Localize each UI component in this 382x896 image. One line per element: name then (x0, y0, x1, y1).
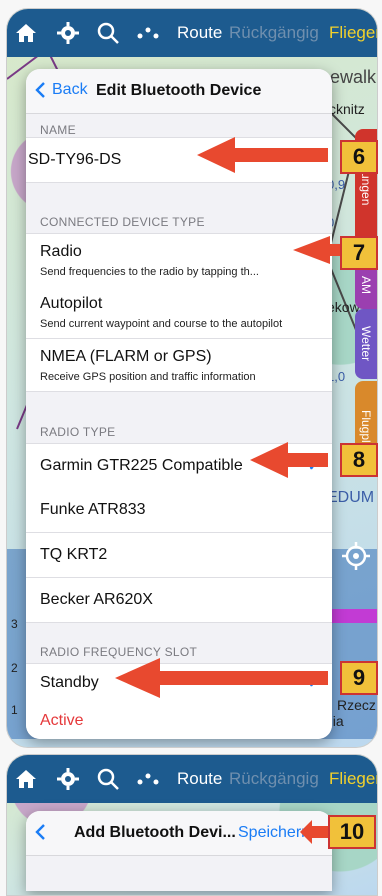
back-button[interactable] (34, 823, 46, 846)
location-icon[interactable] (341, 541, 371, 571)
map-label: Rzecz (337, 697, 376, 713)
home-icon[interactable] (13, 20, 39, 46)
chevron-left-icon (35, 824, 45, 840)
add-bluetooth-sheet: Add Bluetooth Devi... Speichern (26, 811, 332, 891)
sheet-nav-bar: Add Bluetooth Devi... Speichern (26, 811, 332, 856)
scale-label: 2 (11, 661, 18, 675)
device-name-field[interactable]: SD-TY96-DS (26, 137, 332, 183)
search-icon[interactable] (95, 20, 121, 46)
fly-button[interactable]: Fliegen (329, 769, 377, 789)
device-type-subtitle: Send frequencies to the radio by tapping… (40, 266, 259, 278)
device-type-title: Radio (40, 243, 82, 260)
route-button[interactable]: Route (177, 769, 222, 789)
gear-icon[interactable] (55, 20, 81, 46)
device-type-subtitle: Receive GPS position and traffic informa… (40, 371, 256, 383)
home-icon[interactable] (13, 766, 39, 792)
sheet-nav-bar: Back Edit Bluetooth Device (26, 69, 332, 114)
map-label: cknitz (329, 101, 365, 117)
map-label: EDUM (327, 489, 375, 506)
radio-type-becker[interactable]: Becker AR620X (26, 578, 332, 623)
search-icon[interactable] (95, 766, 121, 792)
frequency-slot-header: RADIO FREQUENCY SLOT (40, 645, 198, 659)
tab-wetter[interactable]: Wetter (355, 309, 377, 379)
slot-active[interactable]: Active (26, 702, 332, 739)
undo-button[interactable]: Rückgängig (229, 769, 319, 789)
main-screen: Route Rückgängig Fliegen Basewalk cknitz… (6, 8, 378, 748)
device-type-nmea[interactable]: NMEA (FLARM or GPS) Receive GPS position… (26, 339, 332, 392)
second-screen: Route Rückgängig Fliegen Add Bluetooth D… (6, 754, 378, 896)
radio-type-header: RADIO TYPE (40, 425, 116, 439)
radio-type-garmin[interactable]: Garmin GTR225 Compatible ✓ (26, 443, 332, 489)
checkmark-icon: ✓ (306, 672, 322, 692)
device-type-radio[interactable]: Radio Send frequencies to the radio by t… (26, 233, 332, 287)
radio-type-funke[interactable]: Funke ATR833 (26, 488, 332, 533)
device-type-title: NMEA (FLARM or GPS) (40, 348, 212, 365)
more-icon[interactable] (135, 20, 161, 46)
save-button[interactable]: Speichern (238, 824, 310, 842)
fly-button[interactable]: Fliegen (329, 23, 377, 43)
callout-badge-7: 7 (340, 236, 378, 270)
callout-badge-10: 10 (328, 815, 376, 849)
connected-type-header: CONNECTED DEVICE TYPE (40, 215, 205, 229)
edit-bluetooth-sheet: Back Edit Bluetooth Device NAME SD-TY96-… (26, 69, 332, 739)
undo-button[interactable]: Rückgängig (229, 23, 319, 43)
back-label: Back (52, 81, 88, 98)
more-icon[interactable] (135, 766, 161, 792)
back-button[interactable]: Back (34, 81, 88, 99)
scale-label: 3 (11, 617, 18, 631)
device-type-subtitle: Send current waypoint and course to the … (40, 318, 283, 330)
callout-badge-8: 8 (340, 443, 378, 477)
map-toolbar: Route Rückgängig Fliegen (7, 755, 377, 803)
device-type-title: Autopilot (40, 295, 103, 312)
map-toolbar: Route Rückgängig Fliegen (7, 9, 377, 57)
slot-standby[interactable]: Standby ✓ (26, 663, 332, 703)
device-type-autopilot[interactable]: Autopilot Send current waypoint and cour… (26, 286, 332, 339)
scale-label: 1 (11, 703, 18, 717)
gear-icon[interactable] (55, 766, 81, 792)
route-button[interactable]: Route (177, 23, 222, 43)
name-section-header: NAME (40, 123, 76, 137)
sheet-title: Edit Bluetooth Device (96, 82, 262, 99)
radio-type-tq[interactable]: TQ KRT2 (26, 533, 332, 578)
sheet-title: Add Bluetooth Devi... (74, 824, 236, 841)
callout-badge-9: 9 (340, 661, 378, 695)
checkmark-icon: ✓ (306, 455, 322, 475)
callout-badge-6: 6 (340, 140, 378, 174)
chevron-left-icon (35, 82, 45, 98)
